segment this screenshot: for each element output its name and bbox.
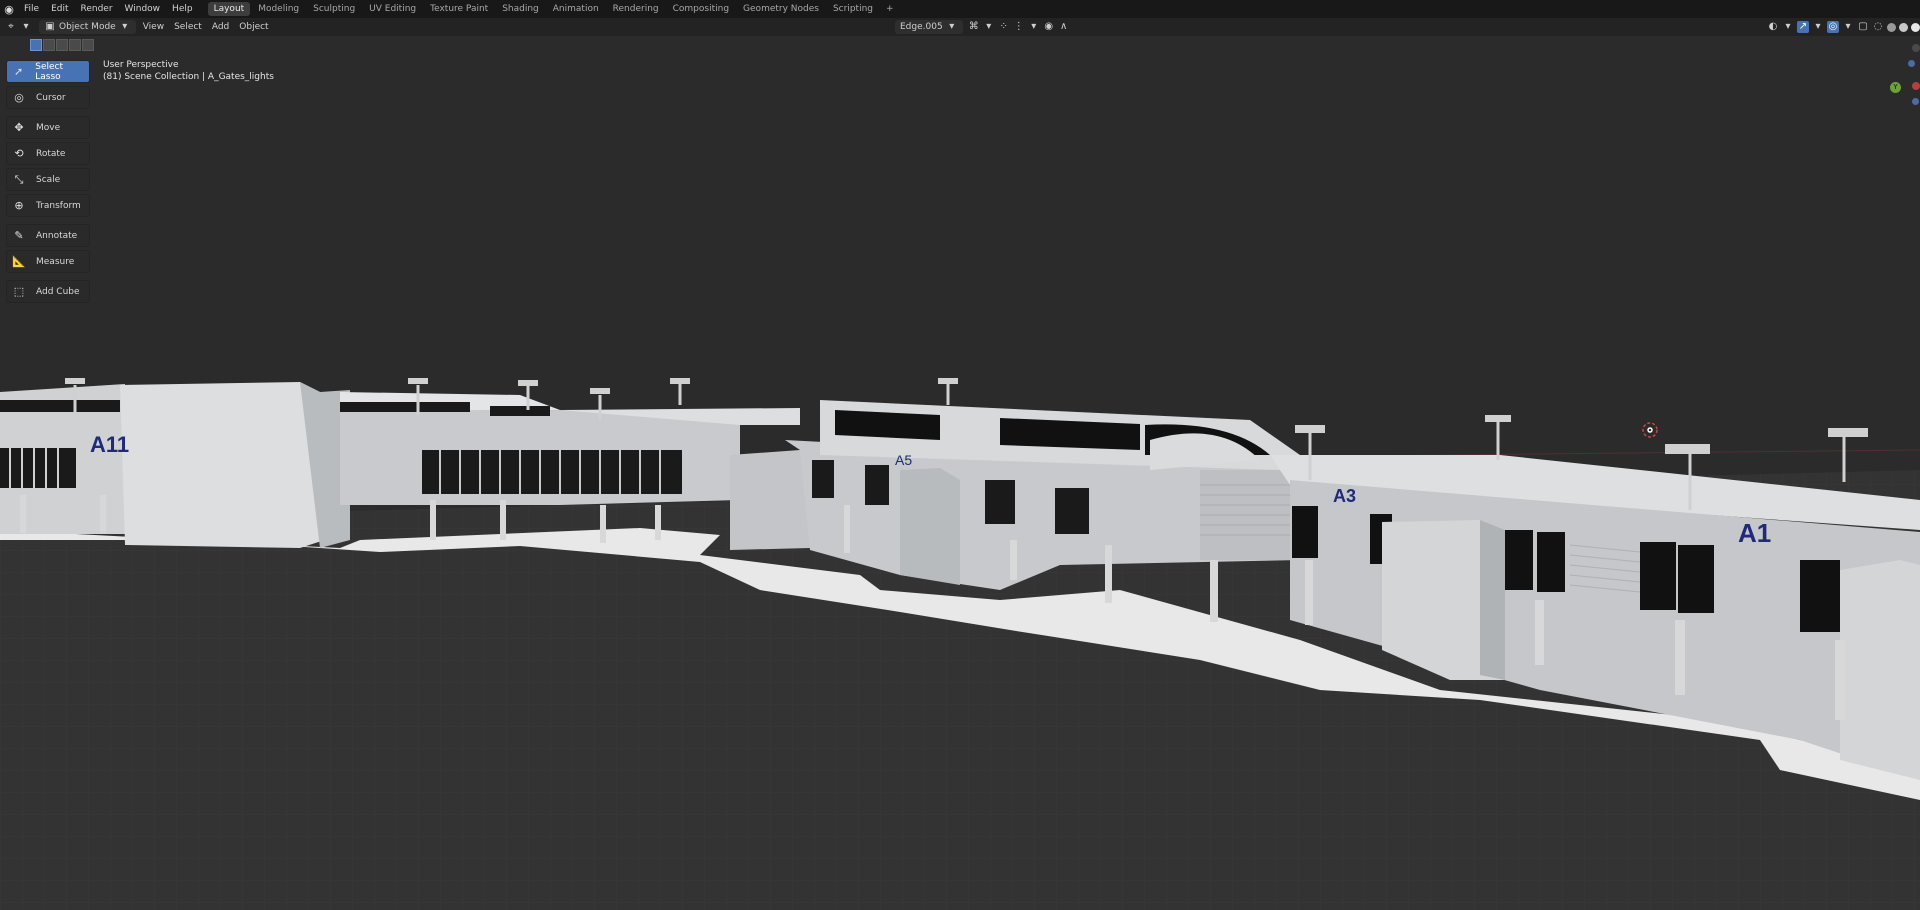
active-object-field[interactable]: Edge.005 ▾ <box>895 20 963 34</box>
overlays-toggle-icon[interactable]: ◎ <box>1827 21 1839 33</box>
gizmo-toggle-icon[interactable]: ↗ <box>1797 21 1809 33</box>
chevron-down-icon: ▾ <box>949 21 955 32</box>
menu-help[interactable]: Help <box>166 0 199 18</box>
gizmo-x-icon[interactable] <box>1912 82 1920 90</box>
chevron-down-icon: ▾ <box>1785 21 1791 32</box>
proportional-edit-icon[interactable]: ◉ <box>1043 21 1055 33</box>
select-extend-icon[interactable] <box>43 39 55 51</box>
gizmo-z-icon[interactable] <box>1908 60 1915 67</box>
select-new-icon[interactable] <box>30 39 42 51</box>
select-difference-icon[interactable] <box>69 39 81 51</box>
tool-scale[interactable]: ⤡ Scale <box>6 168 90 191</box>
falloff-icon[interactable]: ∧ <box>1058 21 1070 33</box>
add-cube-icon: ⬚ <box>13 285 25 298</box>
material-shading-icon[interactable] <box>1899 22 1908 32</box>
active-object-label: Edge.005 <box>900 22 943 32</box>
chevron-down-icon: ▾ <box>122 21 128 32</box>
label-a11: A11 <box>90 432 129 457</box>
tab-rendering[interactable]: Rendering <box>607 2 665 16</box>
menu-object[interactable]: Object <box>234 20 273 34</box>
select-lasso-icon: ➚ <box>14 65 24 78</box>
perspective-label: User Perspective <box>103 60 179 70</box>
tool-annotate[interactable]: ✎ Annotate <box>6 224 90 247</box>
editor-type-dropdown[interactable]: ⌖ ▾ <box>0 20 37 34</box>
chevron-down-icon: ▾ <box>986 21 992 32</box>
mode-dropdown[interactable]: ▣ Object Mode ▾ <box>39 20 136 34</box>
object-mode-icon: ▣ <box>45 21 55 32</box>
chevron-down-icon: ▾ <box>1815 21 1821 32</box>
menu-render[interactable]: Render <box>75 0 119 18</box>
navigation-gizmo[interactable]: Y <box>1890 38 1920 118</box>
3d-cursor <box>1642 422 1658 438</box>
menu-select[interactable]: Select <box>169 20 207 34</box>
menu-file[interactable]: File <box>18 0 45 18</box>
snap-target-icon[interactable]: ⋮ <box>1013 21 1025 33</box>
transform-pivot-icon[interactable]: ⌘ <box>968 21 980 33</box>
wireframe-shading-icon[interactable]: ◌ <box>1872 21 1884 33</box>
menu-add[interactable]: Add <box>207 20 234 34</box>
rendered-shading-icon[interactable] <box>1911 22 1920 32</box>
tab-geometry-nodes[interactable]: Geometry Nodes <box>737 2 825 16</box>
transform-icon: ⊕ <box>14 199 24 212</box>
snap-icon[interactable]: ⁘ <box>998 21 1010 33</box>
viewport-display-controls: ◐ ▾ ↗ ▾ ◎ ▾ ▢ ◌ <box>1767 18 1920 36</box>
menu-view[interactable]: View <box>138 20 169 34</box>
tab-modeling[interactable]: Modeling <box>252 2 305 16</box>
measure-icon: 📐 <box>12 255 26 268</box>
collection-label: (81) Scene Collection | A_Gates_lights <box>103 72 274 82</box>
tab-layout[interactable]: Layout <box>207 2 251 16</box>
select-subtract-icon[interactable] <box>56 39 68 51</box>
menu-edit[interactable]: Edit <box>45 0 74 18</box>
gizmo-y-icon[interactable]: Y <box>1890 82 1901 93</box>
rotate-icon: ⟲ <box>14 147 24 160</box>
viewport-info: User Perspective (81) Scene Collection |… <box>103 59 274 83</box>
viewport-header: ⌖ ▾ ▣ Object Mode ▾ View Select Add Obje… <box>0 18 1920 36</box>
select-intersect-icon[interactable] <box>82 39 94 51</box>
transform-controls: Edge.005 ▾ ⌘ ▾ ⁘ ⋮ ▾ ◉ ∧ <box>893 18 1070 36</box>
tool-transform[interactable]: ⊕ Transform <box>6 194 90 217</box>
tool-add-cube[interactable]: ⬚ Add Cube <box>6 280 90 303</box>
label-a3: A3 <box>1333 486 1356 506</box>
top-bar: ◉ File Edit Render Window Help Layout Mo… <box>0 0 1920 18</box>
visibility-icon[interactable]: ◐ <box>1767 21 1779 33</box>
chevron-down-icon: ▾ <box>1031 21 1037 32</box>
tab-scripting[interactable]: Scripting <box>827 2 879 16</box>
selection-mode-row <box>0 36 1920 54</box>
chevron-down-icon: ▾ <box>23 21 29 32</box>
solid-shading-icon[interactable] <box>1887 22 1896 32</box>
cursor-icon: ◎ <box>14 91 24 104</box>
building-a5 <box>730 450 810 550</box>
tab-shading[interactable]: Shading <box>496 2 545 16</box>
xray-toggle-icon[interactable]: ▢ <box>1857 21 1869 33</box>
tab-sculpting[interactable]: Sculpting <box>307 2 361 16</box>
add-workspace-button[interactable]: + <box>880 4 900 14</box>
tool-select-lasso[interactable]: ➚ Select Lasso <box>6 60 90 83</box>
chevron-down-icon: ▾ <box>1845 21 1851 32</box>
tab-texture-paint[interactable]: Texture Paint <box>424 2 494 16</box>
tool-measure[interactable]: 📐 Measure <box>6 250 90 273</box>
menu-window[interactable]: Window <box>119 0 167 18</box>
tool-move[interactable]: ✥ Move <box>6 116 90 139</box>
tool-shelf: ➚ Select Lasso ◎ Cursor ✥ Move ⟲ Rotate … <box>6 60 90 306</box>
editor-type-icon: ⌖ <box>8 21 14 32</box>
tab-uv-editing[interactable]: UV Editing <box>363 2 422 16</box>
tool-rotate[interactable]: ⟲ Rotate <box>6 142 90 165</box>
tab-animation[interactable]: Animation <box>547 2 605 16</box>
label-a1: A1 <box>1738 518 1771 548</box>
tool-cursor[interactable]: ◎ Cursor <box>6 86 90 109</box>
blender-logo-icon[interactable]: ◉ <box>0 0 18 18</box>
3d-viewport[interactable]: A11 A5 A3 A1 <box>0 54 1920 910</box>
scene-render: A11 A5 A3 A1 <box>0 378 1920 910</box>
mode-label: Object Mode <box>59 22 116 32</box>
move-icon: ✥ <box>14 121 24 134</box>
annotate-icon: ✎ <box>14 229 24 242</box>
tab-compositing[interactable]: Compositing <box>667 2 735 16</box>
selection-mode-buttons <box>30 39 94 51</box>
gizmo-neg-z-icon[interactable] <box>1912 98 1919 105</box>
label-a5: A5 <box>895 452 912 468</box>
scale-icon: ⤡ <box>14 172 24 186</box>
gizmo-top-icon[interactable] <box>1912 44 1920 52</box>
